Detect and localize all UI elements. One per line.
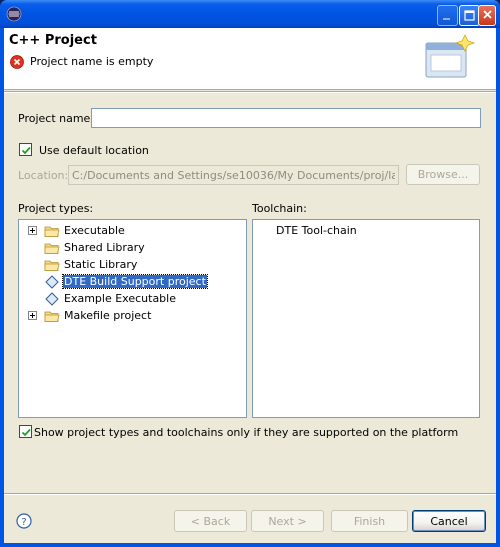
tree-item-label: DTE Build Support project bbox=[62, 274, 208, 289]
maximize-icon bbox=[464, 10, 475, 21]
location-input[interactable] bbox=[68, 165, 399, 185]
toolchain-item-label: DTE Tool-chain bbox=[276, 224, 357, 237]
back-button[interactable]: < Back bbox=[174, 510, 247, 532]
tree-item-executable[interactable]: Executable bbox=[19, 223, 246, 239]
tree-item-shared-library[interactable]: Shared Library bbox=[19, 240, 246, 256]
toolchain-list[interactable]: DTE Tool-chain bbox=[252, 219, 480, 418]
cancel-button[interactable]: Cancel bbox=[412, 510, 486, 532]
error-message: Project name is empty bbox=[30, 55, 154, 68]
svg-text:?: ? bbox=[21, 517, 26, 528]
tree-item-label: Executable bbox=[64, 224, 125, 237]
show-supported-only-label: Show project types and toolchains only i… bbox=[34, 426, 459, 439]
error-icon bbox=[10, 55, 24, 69]
project-types-label: Project types: bbox=[18, 202, 94, 215]
tree-item-label: Makefile project bbox=[64, 309, 152, 322]
tree-item-dte-build-support[interactable]: DTE Build Support project bbox=[19, 274, 246, 290]
use-default-location-checkbox[interactable] bbox=[19, 143, 32, 156]
wizard-banner: C++ Project Project name is empty bbox=[4, 28, 496, 90]
wizard-banner-icon bbox=[425, 34, 476, 78]
tree-item-label: Shared Library bbox=[64, 241, 145, 254]
location-label: Location: bbox=[18, 169, 69, 182]
tree-item-static-library[interactable]: Static Library bbox=[19, 257, 246, 273]
page-title: C++ Project bbox=[9, 33, 97, 48]
tree-item-example-executable[interactable]: Example Executable bbox=[19, 291, 246, 307]
expand-icon[interactable] bbox=[28, 226, 37, 235]
folder-icon bbox=[44, 260, 60, 271]
eclipse-icon bbox=[6, 6, 22, 22]
header-separator bbox=[4, 91, 496, 93]
minimize-button[interactable] bbox=[437, 5, 458, 26]
list-item-toolchain[interactable]: DTE Tool-chain bbox=[253, 223, 479, 239]
checkmark-icon bbox=[21, 146, 31, 155]
tree-item-makefile-project[interactable]: Makefile project bbox=[19, 308, 246, 324]
maximize-button[interactable] bbox=[459, 5, 480, 26]
checkmark-icon bbox=[21, 428, 31, 437]
folder-icon bbox=[44, 311, 60, 322]
project-name-input[interactable] bbox=[91, 108, 481, 128]
dialog-content: C++ Project Project name is empty Projec… bbox=[4, 28, 496, 543]
diamond-icon bbox=[45, 292, 59, 306]
tree-item-label: Example Executable bbox=[64, 292, 176, 305]
help-icon[interactable]: ? bbox=[16, 513, 32, 529]
folder-icon bbox=[44, 226, 60, 237]
dialog-window: C++ Project Project name is empty Projec… bbox=[0, 0, 500, 547]
title-bar[interactable] bbox=[0, 0, 500, 28]
close-button[interactable] bbox=[478, 5, 496, 26]
project-types-tree[interactable]: Executable Shared Library Static Library bbox=[18, 219, 247, 418]
expand-icon[interactable] bbox=[28, 311, 37, 320]
folder-icon bbox=[44, 243, 60, 254]
tree-item-label: Static Library bbox=[64, 258, 138, 271]
footer-separator bbox=[4, 493, 496, 495]
finish-button[interactable]: Finish bbox=[331, 510, 408, 532]
show-supported-only-checkbox[interactable] bbox=[19, 425, 32, 438]
minimize-icon bbox=[443, 18, 450, 20]
toolchain-label: Toolchain: bbox=[252, 202, 307, 215]
diamond-icon bbox=[45, 275, 59, 289]
next-button[interactable]: Next > bbox=[251, 510, 324, 532]
use-default-location-label: Use default location bbox=[39, 144, 149, 157]
project-name-label: Project name: bbox=[18, 112, 95, 125]
browse-button[interactable]: Browse... bbox=[406, 164, 480, 185]
close-icon bbox=[483, 10, 492, 19]
